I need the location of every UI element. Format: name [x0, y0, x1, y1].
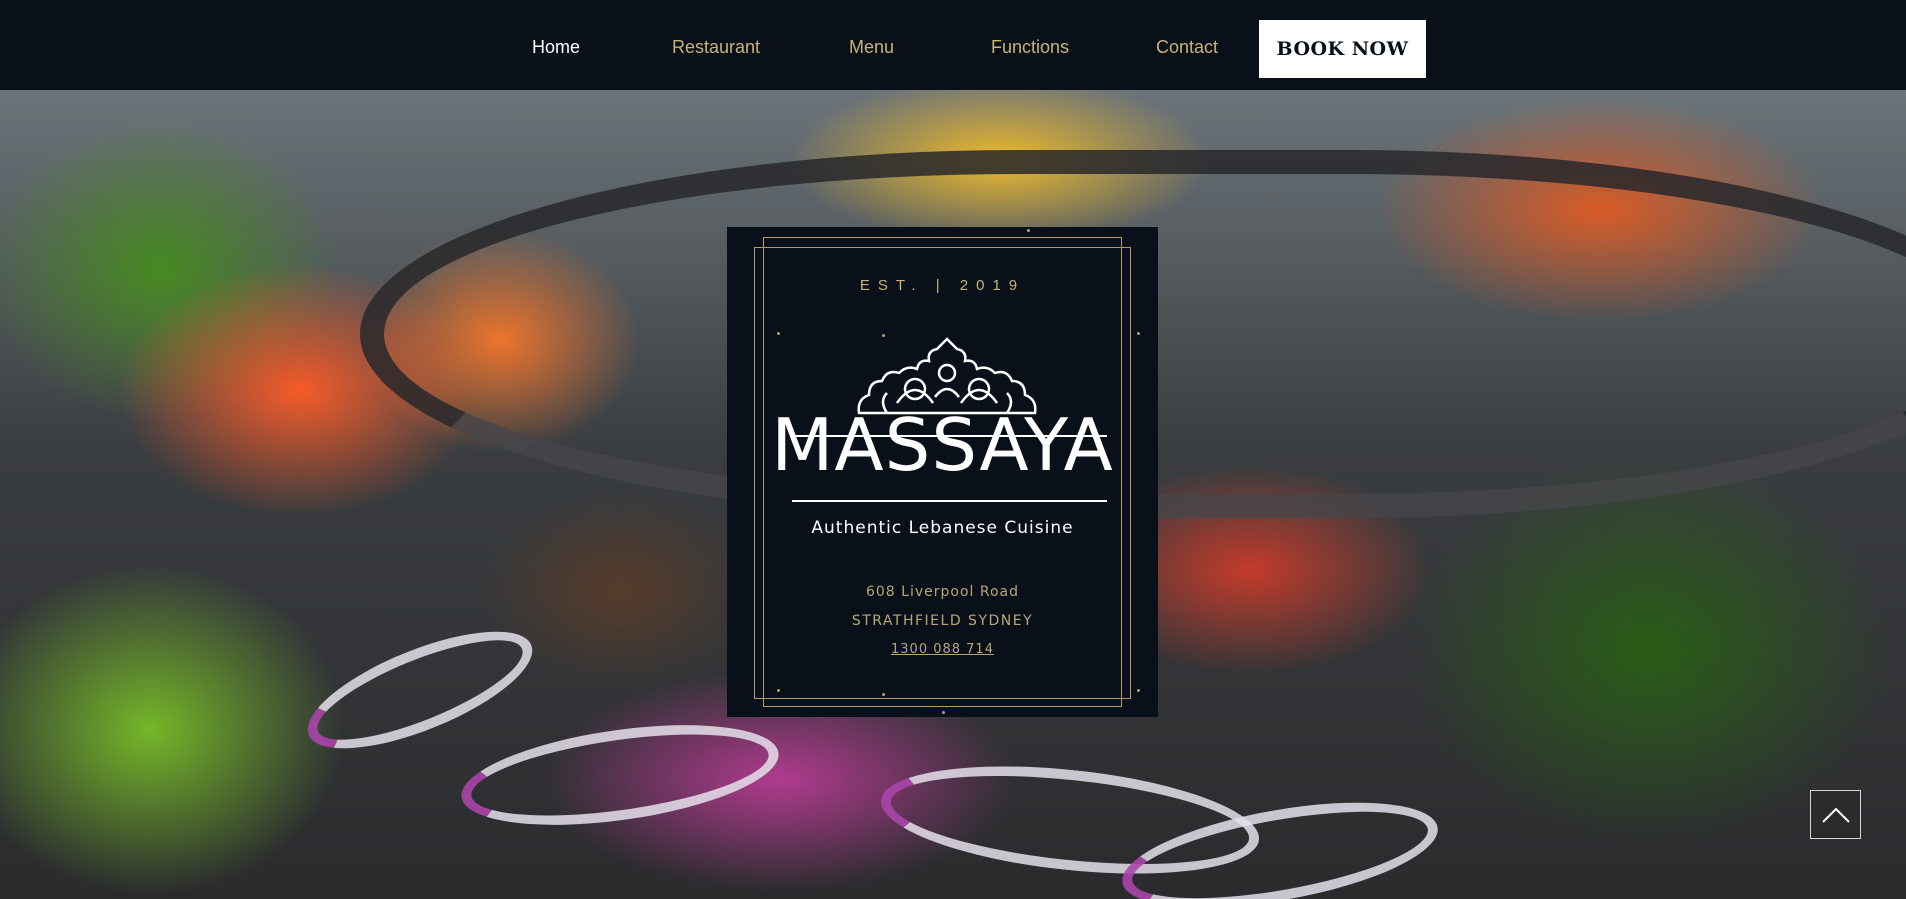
back-to-top-button[interactable] [1810, 790, 1861, 839]
address-suburb: STRATHFIELD SYDNEY [851, 613, 1034, 629]
nav-item-functions[interactable]: Functions [991, 37, 1069, 58]
chevron-up-icon [1821, 807, 1850, 823]
sparkle-dot [1027, 229, 1030, 232]
address-street: 608 Liverpool Road [865, 584, 1019, 600]
sparkle-dot [942, 711, 945, 714]
established-label: EST. | 2019 [859, 277, 1026, 294]
nav-item-restaurant[interactable]: Restaurant [672, 37, 760, 58]
brand-tagline: Authentic Lebanese Cuisine [811, 518, 1074, 538]
nav-item-home[interactable]: Home [532, 37, 580, 58]
brand-rule-bottom [792, 500, 1107, 502]
brand-name: MASSAYA [771, 403, 1114, 487]
nav-item-contact[interactable]: Contact [1156, 37, 1218, 58]
top-navigation: Home Restaurant Menu Functions Contact B… [0, 0, 1906, 90]
phone-link[interactable]: 1300 088 714 [727, 642, 1158, 657]
book-now-button[interactable]: BOOK NOW [1259, 20, 1426, 78]
sparkle-dot [882, 693, 885, 696]
sparkle-dot [1137, 689, 1140, 692]
nav-item-menu[interactable]: Menu [849, 37, 894, 58]
brand-card: EST. | 2019 MASSAYA Authentic Lebanese C… [727, 227, 1158, 717]
onion-slice-decoration [293, 607, 547, 773]
sparkle-dot [777, 332, 780, 335]
sparkle-dot [1137, 332, 1140, 335]
onion-slice-decoration [455, 708, 785, 842]
sparkle-dot [777, 689, 780, 692]
